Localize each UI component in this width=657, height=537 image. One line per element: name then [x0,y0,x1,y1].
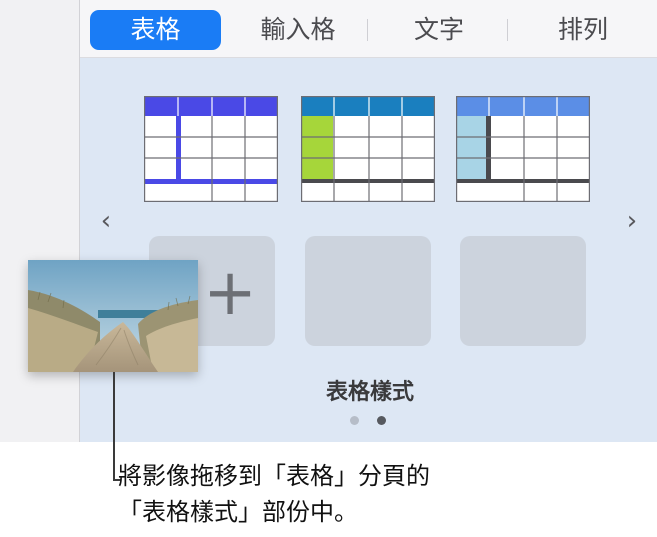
table-style-3[interactable] [456,96,590,202]
format-inspector: 表格 輸入格 文字 排列 ‹ › + 表格樣式 [80,0,657,442]
table-styles-panel: ‹ › + 表格樣式 [80,58,657,442]
empty-style-slot[interactable] [305,236,431,346]
callout-leader-line [113,372,115,480]
tab-text[interactable]: 文字 [380,10,498,50]
tab-separator [507,19,508,41]
tab-separator [367,19,368,41]
chevron-right-icon[interactable]: › [620,206,644,236]
empty-style-slot[interactable] [460,236,586,346]
page-dot-2-active[interactable] [377,416,386,425]
plus-icon: + [203,256,257,330]
page-dot-1[interactable] [350,416,359,425]
table-style-1[interactable] [144,96,278,202]
canvas-left-pane [0,0,80,442]
callout-line-2: 「表格樣式」部份中。 [118,498,358,526]
dragged-beach-photo[interactable] [28,260,198,372]
tab-arrange[interactable]: 排列 [520,10,646,50]
tab-table[interactable]: 表格 [90,10,221,50]
tab-cell[interactable]: 輸入格 [235,10,361,50]
callout-text: 將影像拖移到「表格」分頁的 「表格樣式」部份中。 [118,458,430,530]
section-label-table-styles: 表格樣式 [325,380,414,405]
table-style-2[interactable] [301,96,435,202]
callout-line-1: 將影像拖移到「表格」分頁的 [118,462,430,490]
inspector-tab-bar: 表格 輸入格 文字 排列 [80,0,657,58]
chevron-left-icon[interactable]: ‹ [94,206,118,236]
